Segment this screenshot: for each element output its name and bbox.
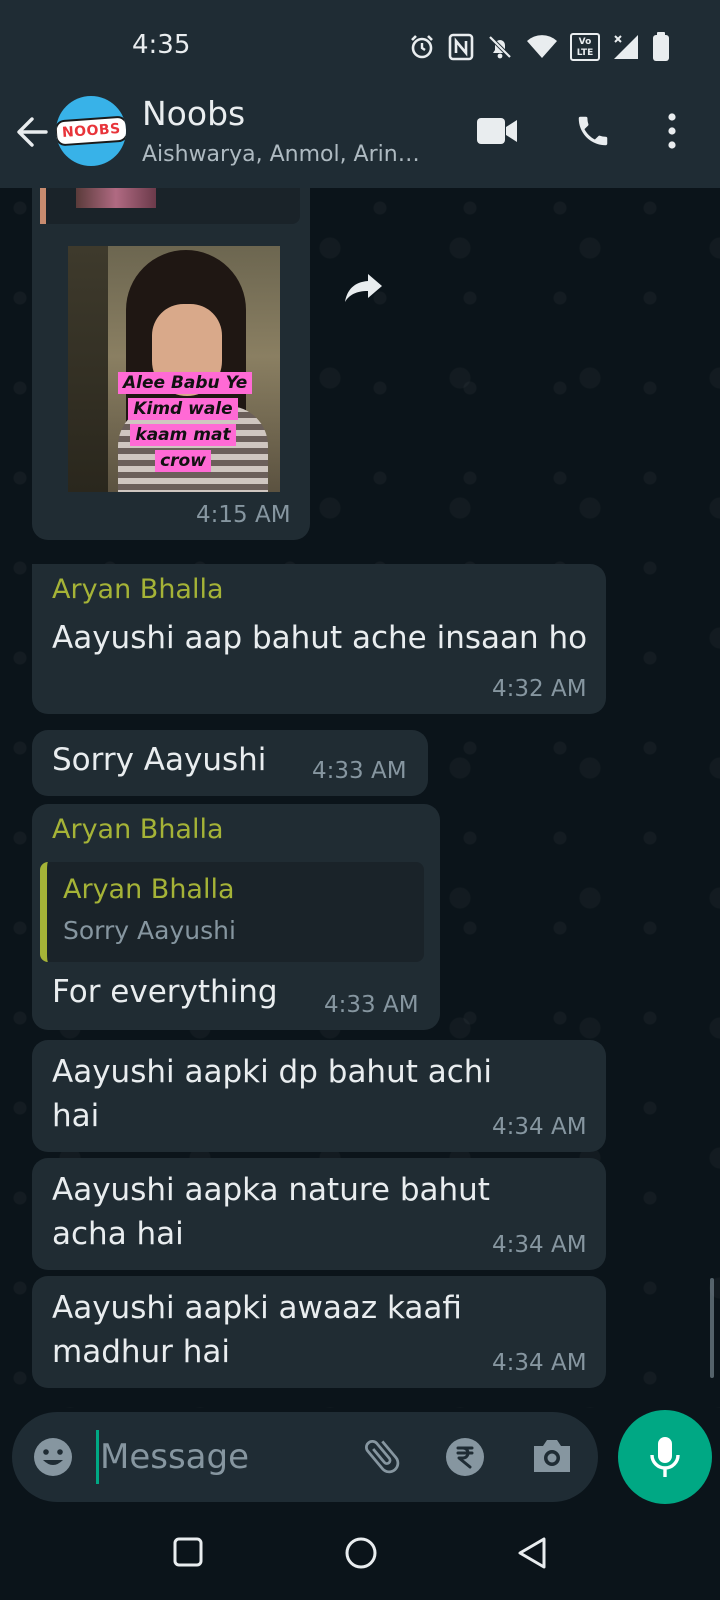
message-time: 4:33 AM [312,758,407,784]
message-text: Aayushi aapki awaaz kaafi madhur hai [52,1290,462,1370]
back-arrow-icon[interactable] [14,114,50,150]
message-text: Aayushi aap bahut ache insaan ho [52,620,588,656]
emoji-icon[interactable] [32,1436,74,1478]
group-members[interactable]: Aishwarya, Anmol, Arin… [142,142,442,167]
quoted-image-strip [40,188,300,224]
quoted-text: Sorry Aayushi [63,916,236,945]
quoted-message[interactable]: Aryan Bhalla Sorry Aayushi [40,862,424,962]
message-text: For everything [52,974,278,1010]
camera-icon[interactable] [530,1436,574,1476]
text-cursor [96,1430,99,1484]
attach-icon[interactable] [360,1434,404,1478]
microphone-icon [650,1437,680,1477]
message-time: 4:33 AM [324,992,419,1018]
message-bubble[interactable]: Aryan Bhalla Aayushi aap bahut ache insa… [32,564,606,714]
recents-icon[interactable] [172,1536,204,1568]
message-text: Aayushi aapka nature bahut acha hai [52,1172,490,1252]
message-text: Sorry Aayushi [52,742,267,778]
scrollbar[interactable] [710,1278,714,1378]
forward-icon[interactable] [344,272,384,304]
message-text: Aayushi aapki dp bahut achi hai [52,1054,493,1134]
nfc-icon [448,33,474,61]
message-time: 4:34 AM [492,1232,587,1258]
quoted-sender: Aryan Bhalla [63,874,235,905]
rupee-payment-icon[interactable] [444,1436,486,1478]
message-time: 4:34 AM [492,1114,587,1140]
message-bubble[interactable]: Aayushi aapki dp bahut achi hai 4:34 AM [32,1040,606,1152]
alarm-icon [411,35,433,59]
media-caption: Alee Babu Ye Kimd wale kaam mat crow [118,370,253,474]
voice-record-button[interactable] [618,1410,712,1504]
video-call-icon[interactable] [476,116,518,146]
message-composer [12,1412,598,1502]
group-avatar[interactable]: NOOBS [56,96,126,166]
avatar-logo: NOOBS [56,115,126,147]
status-bar: 4:35 Vo LTE [0,0,720,96]
message-input[interactable] [100,1428,340,1486]
wifi-icon [527,35,557,58]
status-icons: Vo LTE [408,32,670,62]
message-bubble[interactable]: Sorry Aayushi 4:33 AM [32,730,428,796]
system-navigation-bar [0,1510,720,1600]
reply-message[interactable]: Aryan Bhalla Aryan Bhalla Sorry Aayushi … [32,804,440,1030]
quoted-image-thumbnail [76,188,156,208]
nav-back-icon[interactable] [516,1536,548,1570]
more-options-icon[interactable] [666,112,678,150]
mute-icon [488,35,512,59]
message-time: 4:15 AM [196,502,291,528]
signal-icon [614,35,638,59]
sender-name: Aryan Bhalla [52,574,224,605]
message-time: 4:34 AM [492,1350,587,1376]
volte-icon: Vo LTE [570,33,600,61]
message-time: 4:32 AM [492,676,587,702]
voice-call-icon[interactable] [574,112,612,150]
chat-area[interactable]: Alee Babu Ye Kimd wale kaam mat crow 4:1… [0,188,720,1408]
home-icon[interactable] [344,1536,378,1570]
group-name[interactable]: Noobs [142,94,245,133]
sender-name: Aryan Bhalla [52,814,224,845]
media-image[interactable]: Alee Babu Ye Kimd wale kaam mat crow [68,246,280,492]
battery-icon [653,32,669,61]
chat-header: NOOBS Noobs Aishwarya, Anmol, Arin… [0,86,720,188]
image-message[interactable]: Alee Babu Ye Kimd wale kaam mat crow 4:1… [32,188,310,540]
status-time: 4:35 [132,30,191,60]
message-bubble[interactable]: Aayushi aapka nature bahut acha hai 4:34… [32,1158,606,1270]
message-bubble[interactable]: Aayushi aapki awaaz kaafi madhur hai 4:3… [32,1276,606,1388]
